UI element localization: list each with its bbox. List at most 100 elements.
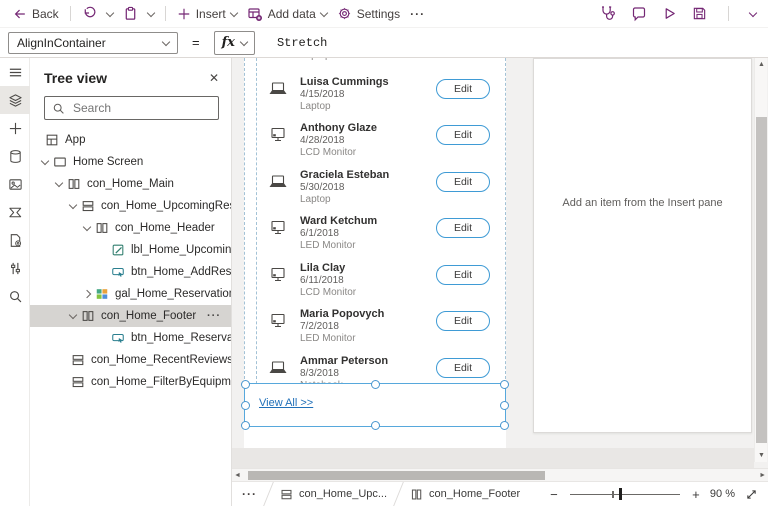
label-control-icon xyxy=(110,243,126,257)
scroll-down-arrow[interactable]: ▼ xyxy=(758,452,765,459)
paste-dropdown[interactable] xyxy=(143,2,159,26)
tree-item-gal-home-reservations[interactable]: gal_Home_Reservations xyxy=(30,283,231,305)
save-dropdown-chevron-icon[interactable] xyxy=(749,8,757,16)
tree-item-app[interactable]: App xyxy=(30,129,231,151)
tree-item-con-home-header[interactable]: con_Home_Header xyxy=(30,217,231,239)
scroll-right-arrow[interactable]: ► xyxy=(759,472,766,479)
vertical-scrollbar-thumb[interactable] xyxy=(756,117,767,443)
item-more-options-button[interactable]: ··· xyxy=(207,310,231,322)
toolbar-overflow-button[interactable]: ··· xyxy=(405,2,430,26)
selection-handle[interactable] xyxy=(371,380,380,389)
comments-icon[interactable] xyxy=(631,6,647,22)
chevron-down-icon[interactable] xyxy=(69,311,77,319)
reservation-name: Luisa Cummings xyxy=(300,76,389,89)
paste-button[interactable] xyxy=(118,2,143,26)
gallery-row[interactable]: Graciela Esteban 5/30/2018 Laptop Edit xyxy=(244,169,506,213)
save-icon[interactable] xyxy=(692,6,707,21)
status-bar: ··· con_Home_Upc... con_Home_Footer − + … xyxy=(232,481,768,506)
fx-selector[interactable]: fx xyxy=(214,31,255,55)
tree-item-con-home-filterbyequipment[interactable]: con_Home_FilterByEquipment xyxy=(30,371,231,393)
play-preview-icon[interactable] xyxy=(662,6,677,21)
selection-handle[interactable] xyxy=(241,380,250,389)
tree-item-btn-home-addreservation[interactable]: btn_Home_AddReservation xyxy=(30,261,231,283)
property-selector[interactable]: AlignInContainer xyxy=(8,32,178,54)
zoom-slider[interactable] xyxy=(570,487,680,501)
undo-dropdown[interactable] xyxy=(102,2,118,26)
hamburger-menu-icon[interactable] xyxy=(0,58,30,86)
plus-icon xyxy=(177,7,191,21)
edit-button[interactable]: Edit xyxy=(436,311,490,331)
selected-footer-container[interactable]: View All >> xyxy=(244,383,506,427)
chevron-down-icon[interactable] xyxy=(69,201,77,209)
tree-item-label: con_Home_Footer xyxy=(101,310,196,322)
gallery-row[interactable]: Ward Ketchum 6/1/2018 LED Monitor Edit xyxy=(244,215,506,259)
edit-button[interactable]: Edit xyxy=(436,172,490,192)
edit-button[interactable]: Edit xyxy=(436,79,490,99)
settings-button[interactable]: Settings xyxy=(332,2,405,26)
zoom-out-button[interactable]: − xyxy=(548,487,560,502)
edit-button[interactable]: Edit xyxy=(436,265,490,285)
power-automate-rail-button[interactable] xyxy=(0,198,30,226)
breadcrumb-con-home-upcomingreservations[interactable]: con_Home_Upc... xyxy=(280,488,387,501)
horizontal-scrollbar-thumb[interactable] xyxy=(248,471,545,480)
chevron-right-icon[interactable] xyxy=(83,290,91,298)
gallery-row[interactable]: Lila Clay 6/11/2018 LCD Monitor Edit xyxy=(244,262,506,306)
insert-rail-button[interactable] xyxy=(0,114,30,142)
tree-view-rail-button[interactable] xyxy=(0,86,30,114)
zoom-slider-thumb[interactable] xyxy=(619,488,622,500)
breadcrumb-overflow-button[interactable]: ··· xyxy=(242,487,257,501)
tree-item-con-home-recentreviews[interactable]: con_Home_RecentReviews xyxy=(30,349,231,371)
selection-handle[interactable] xyxy=(500,380,509,389)
horizontal-scrollbar[interactable]: ◄ ► xyxy=(232,468,768,481)
reservation-type: Laptop xyxy=(300,194,331,206)
formula-input[interactable]: Stretch xyxy=(277,36,327,50)
advanced-tools-rail-button[interactable] xyxy=(0,226,30,254)
zoom-slider-notch xyxy=(612,491,614,498)
tree-item-con-home-main[interactable]: con_Home_Main xyxy=(30,173,231,195)
selection-handle[interactable] xyxy=(500,401,509,410)
edit-button[interactable]: Edit xyxy=(436,125,490,145)
selection-handle[interactable] xyxy=(371,421,380,430)
tree-item-con-home-upcomingreservations[interactable]: con_Home_UpcomingReservations xyxy=(30,195,231,217)
gallery-row[interactable]: Anthony Glaze 4/28/2018 LCD Monitor Edit xyxy=(244,122,506,166)
horizontal-container-icon xyxy=(94,221,110,235)
selection-handle[interactable] xyxy=(500,421,509,430)
close-panel-button[interactable]: ✕ xyxy=(209,71,219,85)
add-data-menu-button[interactable]: Add data xyxy=(242,2,332,26)
gallery-row[interactable]: Maria Popovych 7/2/2018 LED Monitor Edit xyxy=(244,308,506,352)
view-all-link[interactable]: View All >> xyxy=(259,397,313,409)
tree-item-home-screen[interactable]: Home Screen xyxy=(30,151,231,173)
fit-to-window-icon[interactable] xyxy=(745,488,758,501)
app-checker-icon[interactable] xyxy=(599,5,616,22)
data-rail-button[interactable] xyxy=(0,142,30,170)
tree-search-box[interactable] xyxy=(44,96,219,120)
undo-button[interactable] xyxy=(77,2,102,26)
selection-handle[interactable] xyxy=(241,401,250,410)
tree-item-lbl-home-upcomingreservations[interactable]: lbl_Home_UpcomingReservat xyxy=(30,239,231,261)
edit-button[interactable]: Edit xyxy=(436,218,490,238)
chevron-down-icon[interactable] xyxy=(41,157,49,165)
scroll-left-arrow[interactable]: ◄ xyxy=(234,472,241,479)
scroll-up-arrow[interactable]: ▲ xyxy=(758,61,765,68)
tree-item-btn-home-reservationsview[interactable]: btn_Home_ReservationsView xyxy=(30,327,231,349)
gallery-row[interactable]: Luisa Cummings 4/15/2018 Laptop Edit xyxy=(244,76,506,120)
zoom-in-button[interactable]: + xyxy=(690,487,702,502)
vertical-scrollbar[interactable]: ▲ ▼ xyxy=(754,58,767,462)
chevron-down-icon xyxy=(229,8,237,16)
back-button[interactable]: Back xyxy=(8,2,64,26)
selection-handle[interactable] xyxy=(241,421,250,430)
tree-item-label: Home Screen xyxy=(73,156,143,168)
chevron-down-icon[interactable] xyxy=(55,179,63,187)
variables-rail-button[interactable] xyxy=(0,254,30,282)
chevron-down-icon[interactable] xyxy=(83,223,91,231)
app-screen-empty-region[interactable]: Add an item from the Insert pane xyxy=(533,58,752,433)
search-rail-button[interactable] xyxy=(0,282,30,310)
formula-bar: AlignInContainer = fx Stretch xyxy=(0,28,768,58)
breadcrumb-con-home-footer[interactable]: con_Home_Footer xyxy=(410,488,520,501)
zoom-percentage[interactable]: 90 % xyxy=(710,488,735,500)
media-rail-button[interactable] xyxy=(0,170,30,198)
insert-menu-button[interactable]: Insert xyxy=(172,2,242,26)
search-input[interactable] xyxy=(71,100,205,116)
tree-item-con-home-footer[interactable]: con_Home_Footer ··· xyxy=(30,305,231,327)
edit-button[interactable]: Edit xyxy=(436,358,490,378)
